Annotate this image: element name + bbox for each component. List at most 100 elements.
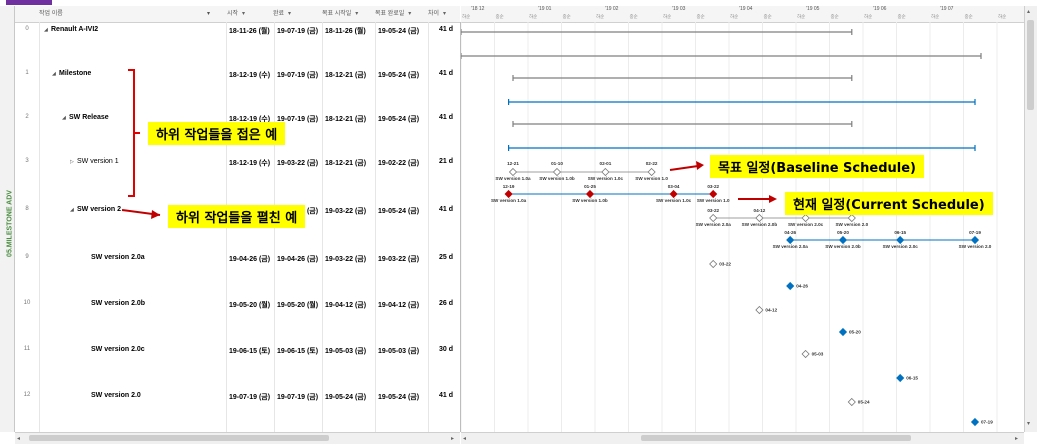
task-name[interactable]: SW version 2 bbox=[77, 206, 121, 213]
current-milestone[interactable] bbox=[709, 189, 718, 199]
milestone-date-label[interactable]: 12-21 bbox=[507, 161, 519, 166]
sort-icon[interactable]: ▾ bbox=[355, 11, 358, 17]
col-header-name[interactable]: 작업 이름 bbox=[39, 6, 63, 22]
baseline-milestone[interactable] bbox=[647, 167, 656, 177]
milestone-date-label[interactable]: 05-03 bbox=[812, 352, 824, 357]
milestone-name-label[interactable]: SW version 1.0c bbox=[588, 176, 624, 181]
task-name[interactable]: SW version 2.0a bbox=[91, 254, 145, 261]
sort-icon[interactable]: ▾ bbox=[408, 11, 411, 17]
milestone-name-label[interactable]: SW version 1.0 bbox=[635, 176, 668, 181]
milestone-date-label[interactable]: 12-19 bbox=[503, 184, 515, 189]
milestone-name-label[interactable]: SW version 2.0 bbox=[835, 222, 868, 227]
sort-icon[interactable]: ▾ bbox=[242, 11, 245, 17]
milestone-date-label[interactable]: 03-04 bbox=[668, 184, 680, 189]
scroll-up-icon[interactable]: ▴ bbox=[1027, 8, 1030, 15]
col-header-start[interactable]: 시작 ▾ bbox=[227, 6, 245, 22]
col-header-variance[interactable]: 차이 ▾ bbox=[428, 6, 446, 22]
baseline-milestone[interactable] bbox=[847, 213, 856, 223]
baseline-milestone[interactable] bbox=[755, 305, 764, 315]
vertical-scrollbar[interactable]: ▴ ▾ bbox=[1024, 6, 1037, 432]
task-name[interactable]: SW version 2.0 bbox=[91, 392, 141, 399]
milestone-name-label[interactable]: SW version 1.0a bbox=[495, 176, 531, 181]
milestone-name-label[interactable]: SW version 2.0c bbox=[788, 222, 824, 227]
collapse-icon[interactable]: ◢ bbox=[62, 115, 66, 121]
expand-icon[interactable]: ▷ bbox=[70, 159, 74, 165]
scroll-down-icon[interactable]: ▾ bbox=[1027, 420, 1030, 427]
current-milestone[interactable] bbox=[896, 373, 905, 383]
col-name-sort-icon[interactable]: ▾ bbox=[207, 6, 210, 22]
current-milestone[interactable] bbox=[786, 235, 795, 245]
collapse-icon[interactable]: ◢ bbox=[70, 207, 74, 213]
current-milestone[interactable] bbox=[970, 235, 980, 245]
baseline-milestone[interactable] bbox=[847, 397, 856, 407]
milestone-date-label[interactable]: 04-26 bbox=[784, 230, 796, 235]
milestone-name-label[interactable]: SW version 2.0b bbox=[825, 244, 861, 249]
table-hscrollbar[interactable]: ◂ ▸ bbox=[15, 432, 460, 444]
task-name[interactable]: SW version 1 bbox=[77, 158, 119, 165]
current-milestone[interactable] bbox=[669, 189, 678, 199]
milestone-date-label[interactable]: 05-20 bbox=[837, 230, 849, 235]
milestone-date-label[interactable]: 06-15 bbox=[906, 376, 918, 381]
current-milestone[interactable] bbox=[838, 327, 848, 337]
milestone-name-label[interactable]: SW version 1.0b bbox=[572, 198, 608, 203]
baseline-milestone[interactable] bbox=[801, 213, 810, 223]
milestone-date-label[interactable]: 01-10 bbox=[551, 161, 563, 166]
milestone-name-label[interactable]: SW version 2.0a bbox=[773, 244, 809, 249]
baseline-milestone[interactable] bbox=[508, 167, 518, 177]
scroll-right-icon[interactable]: ▸ bbox=[1015, 435, 1021, 442]
milestone-name-label[interactable]: SW version 1.0 bbox=[697, 198, 730, 203]
task-name[interactable]: Milestone bbox=[59, 70, 91, 77]
scroll-left-icon[interactable]: ◂ bbox=[17, 435, 23, 442]
baseline-milestone[interactable] bbox=[552, 167, 562, 177]
milestone-date-label[interactable]: 04-12 bbox=[754, 208, 766, 213]
current-milestone[interactable] bbox=[896, 235, 905, 245]
gantt-hscroll-thumb[interactable] bbox=[641, 435, 911, 441]
collapse-icon[interactable]: ◢ bbox=[44, 27, 48, 33]
milestone-date-label[interactable]: 03-22 bbox=[707, 208, 719, 213]
milestone-name-label[interactable]: SW version 2.0b bbox=[742, 222, 778, 227]
milestone-date-label[interactable]: 06-15 bbox=[894, 230, 906, 235]
milestone-date-label[interactable]: 07-19 bbox=[969, 230, 981, 235]
milestone-date-label[interactable]: 03-22 bbox=[719, 262, 731, 267]
collapse-icon[interactable]: ◢ bbox=[52, 71, 56, 77]
col-header-baseline-finish[interactable]: 목표 완료일 ▾ bbox=[375, 6, 411, 22]
current-milestone[interactable] bbox=[970, 417, 980, 427]
sort-icon[interactable]: ▾ bbox=[288, 11, 291, 17]
baseline-milestone[interactable] bbox=[601, 167, 610, 177]
baseline-milestone[interactable] bbox=[755, 213, 764, 223]
scroll-left-icon[interactable]: ◂ bbox=[463, 435, 469, 442]
baseline-milestone[interactable] bbox=[709, 259, 718, 269]
milestone-name-label[interactable]: SW version 1.0b bbox=[539, 176, 575, 181]
gantt-hscrollbar[interactable]: ◂ ▸ bbox=[461, 432, 1024, 444]
current-milestone[interactable] bbox=[585, 189, 595, 199]
table-hscroll-thumb[interactable] bbox=[29, 435, 329, 441]
current-milestone[interactable] bbox=[838, 235, 848, 245]
task-name[interactable]: SW version 2.0c bbox=[91, 346, 145, 353]
milestone-date-label[interactable]: 01-25 bbox=[584, 184, 596, 189]
milestone-date-label[interactable]: 07-19 bbox=[981, 420, 993, 425]
milestone-date-label[interactable]: 05-20 bbox=[849, 330, 861, 335]
current-milestone[interactable] bbox=[504, 189, 513, 199]
milestone-date-label[interactable]: 05-24 bbox=[858, 400, 870, 405]
baseline-milestone[interactable] bbox=[801, 349, 810, 359]
milestone-name-label[interactable]: SW version 1.0a bbox=[491, 198, 527, 203]
milestone-date-label[interactable]: 02-22 bbox=[646, 161, 658, 166]
milestone-date-label[interactable]: 04-12 bbox=[765, 308, 777, 313]
milestone-name-label[interactable]: SW version 2.0c bbox=[883, 244, 919, 249]
gantt-chart[interactable]: 12-21 SW version 1.0a 01-10 SW version 1.0b… bbox=[461, 22, 1024, 432]
scroll-right-icon[interactable]: ▸ bbox=[451, 435, 457, 442]
milestone-date-label[interactable]: 02-01 bbox=[600, 161, 612, 166]
task-name[interactable]: SW version 2.0b bbox=[91, 300, 145, 307]
vscroll-thumb[interactable] bbox=[1027, 20, 1034, 110]
milestone-name-label[interactable]: SW version 2.0 bbox=[959, 244, 992, 249]
milestone-name-label[interactable]: SW version 2.0a bbox=[696, 222, 732, 227]
baseline-milestone[interactable] bbox=[709, 213, 718, 223]
milestone-name-label[interactable]: SW version 1.0c bbox=[656, 198, 692, 203]
sort-icon[interactable]: ▾ bbox=[443, 11, 446, 17]
col-header-finish[interactable]: 완료 ▾ bbox=[273, 6, 291, 22]
current-milestone[interactable] bbox=[786, 281, 795, 291]
task-name[interactable]: Renault A-IVI2 bbox=[51, 26, 98, 33]
milestone-date-label[interactable]: 03-22 bbox=[707, 184, 719, 189]
task-name[interactable]: SW Release bbox=[69, 114, 109, 121]
col-header-baseline-start[interactable]: 목표 시작일 ▾ bbox=[322, 6, 358, 22]
